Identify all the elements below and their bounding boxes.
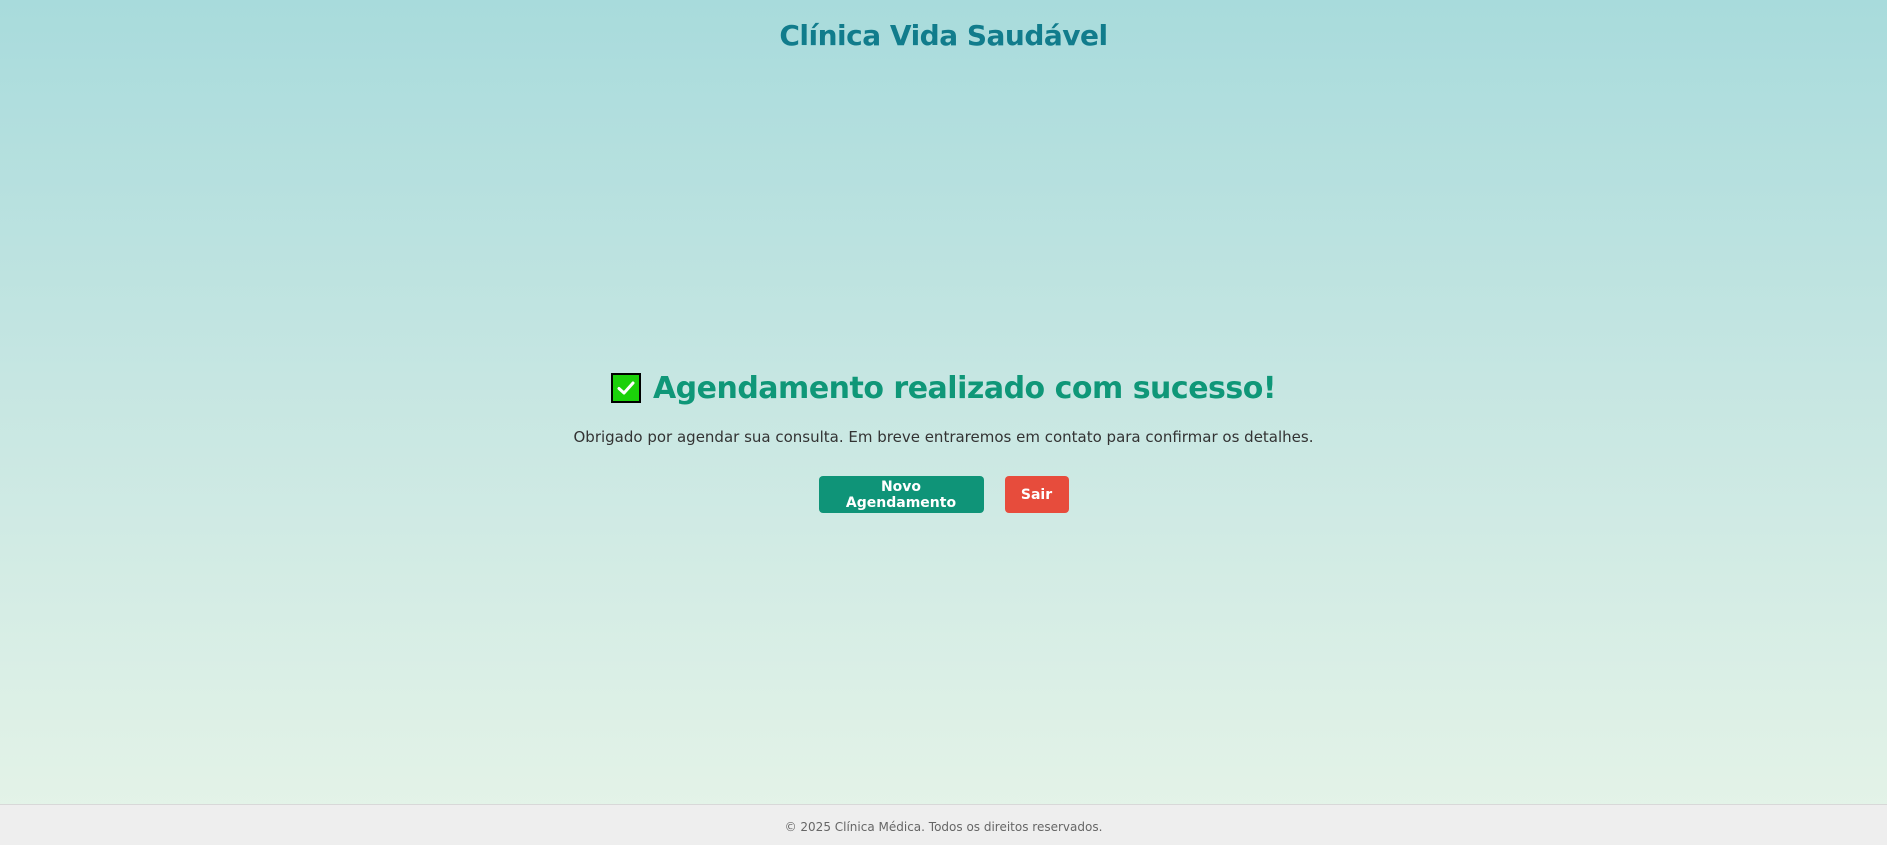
exit-button[interactable]: Sair <box>1004 476 1069 513</box>
check-mark-icon <box>610 373 641 403</box>
clinic-title: Clínica Vida Saudável <box>779 18 1108 52</box>
page-footer: © 2025 Clínica Médica. Todos os direitos… <box>0 804 1887 845</box>
new-booking-button[interactable]: Novo Agendamento <box>818 476 984 513</box>
copyright-text: © 2025 Clínica Médica. Todos os direitos… <box>784 820 1103 834</box>
confirmation-message: Obrigado por agendar sua consulta. Em br… <box>573 428 1314 446</box>
success-title: Agendamento realizado com sucesso! <box>652 370 1277 406</box>
action-buttons: Novo Agendamento Sair <box>818 476 1069 513</box>
success-heading: Agendamento realizado com sucesso! <box>610 360 1277 416</box>
confirmation-panel: Agendamento realizado com sucesso! Obrig… <box>0 360 1887 513</box>
page-header: Clínica Vida Saudável <box>0 0 1887 70</box>
